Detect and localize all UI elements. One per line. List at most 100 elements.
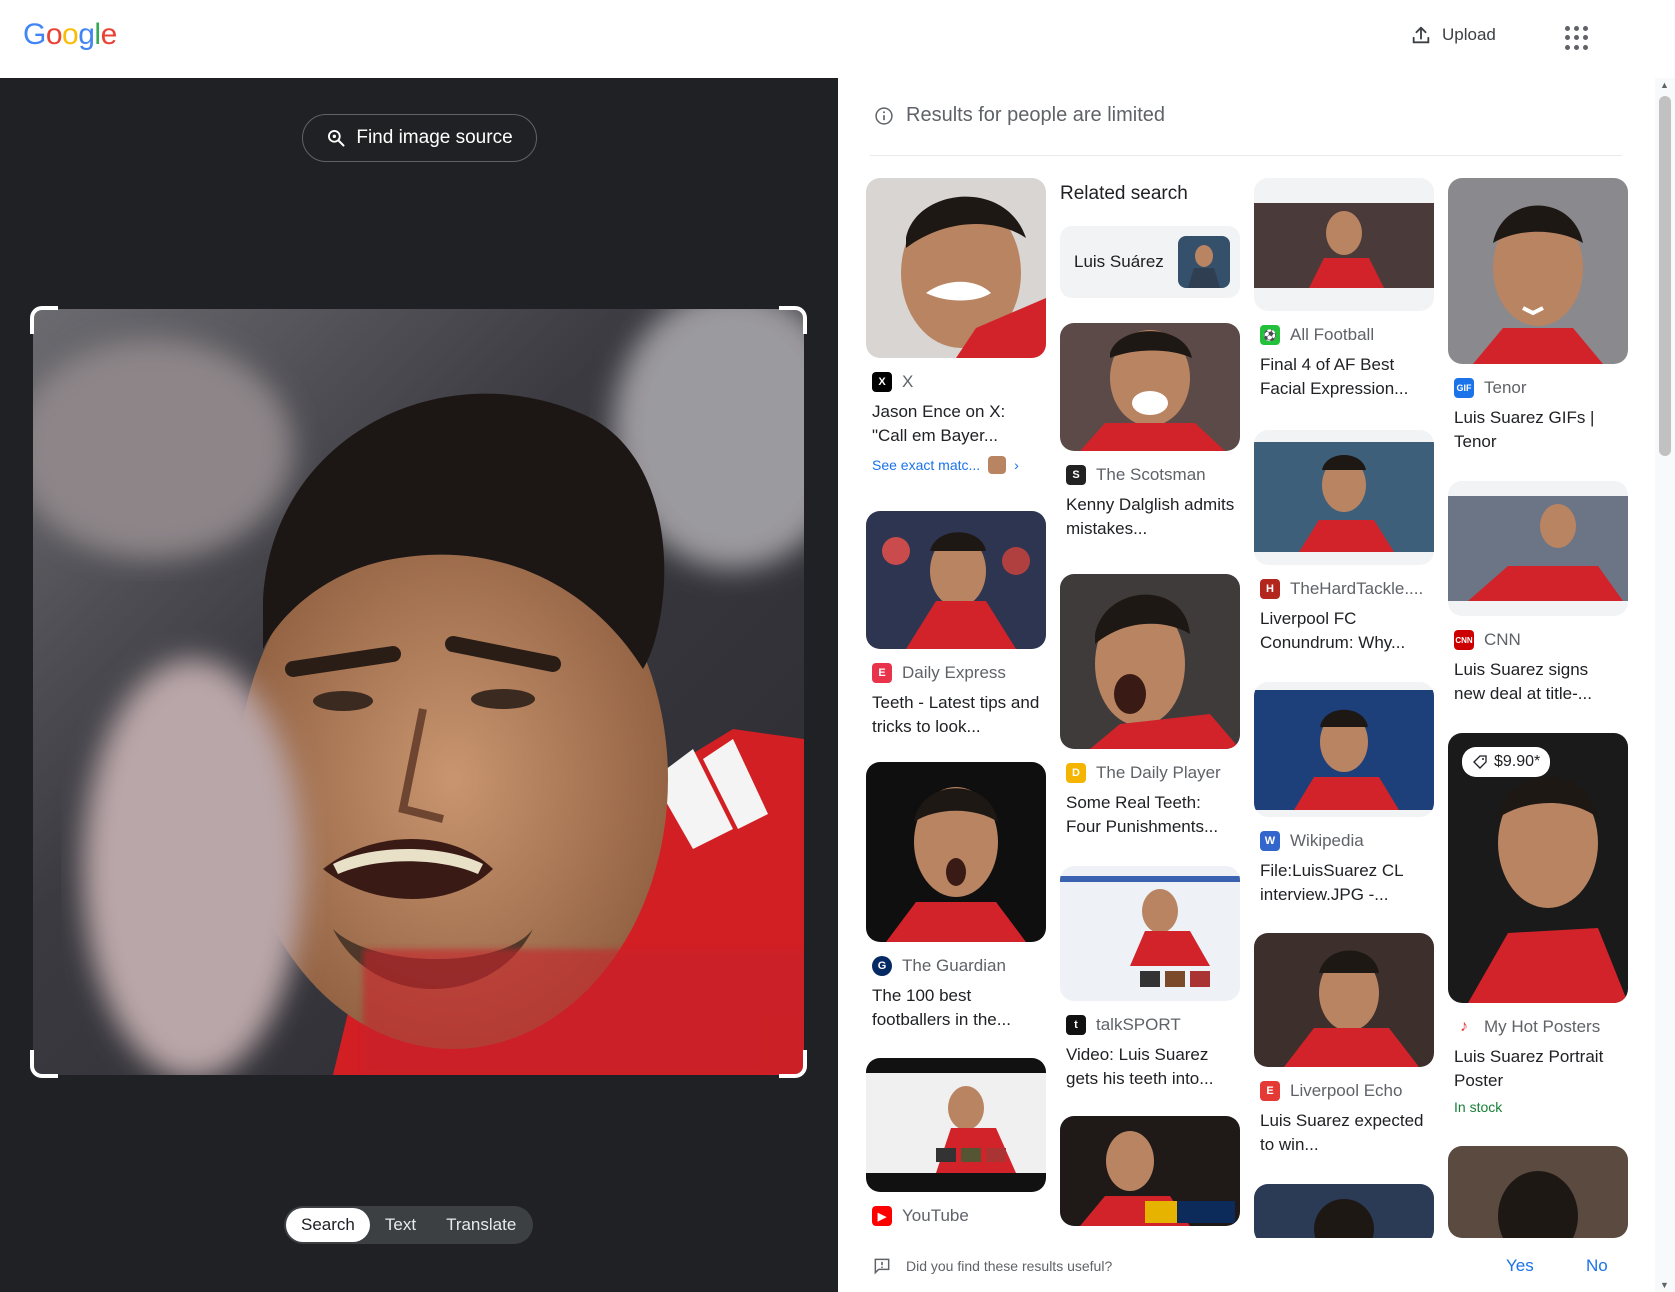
scrollbar-thumb[interactable]: [1659, 96, 1671, 456]
price-tag-icon: [1473, 755, 1487, 769]
source-name: talkSPORT: [1096, 1015, 1181, 1034]
see-exact-matches-link[interactable]: See exact matc... ›: [872, 456, 1046, 474]
result-thumbnail[interactable]: [866, 178, 1046, 358]
result-source: GIF Tenor: [1454, 378, 1628, 398]
feedback-yes-button[interactable]: Yes: [1506, 1256, 1534, 1276]
related-search-heading: Related search: [1060, 183, 1188, 204]
result-source: E Daily Express: [872, 663, 1046, 683]
logo-letter: G: [23, 18, 46, 51]
result-title[interactable]: Luis Suarez expected to win...: [1260, 1109, 1430, 1157]
result-title[interactable]: Jason Ence on X: "Call em Bayer...: [872, 400, 1042, 448]
scroll-up-arrow-icon[interactable]: ▲: [1660, 80, 1669, 90]
result-source: D The Daily Player: [1066, 763, 1240, 783]
result-thumbnail[interactable]: [1448, 1146, 1628, 1238]
liverpool-echo-icon: E: [1260, 1081, 1280, 1101]
query-image: [33, 309, 804, 1075]
find-image-source-button[interactable]: Find image source: [302, 114, 537, 162]
source-name: Liverpool Echo: [1290, 1081, 1403, 1100]
result-thumbnail[interactable]: [1448, 481, 1628, 616]
result-thumbnail[interactable]: [1254, 430, 1434, 565]
result-card[interactable]: GIF Tenor Luis Suarez GIFs | Tenor: [1448, 178, 1628, 454]
divider: [870, 155, 1622, 156]
result-card[interactable]: CNN CNN Luis Suarez signs new deal at tit…: [1448, 481, 1628, 706]
upload-label: Upload: [1442, 25, 1496, 44]
talksport-icon: t: [1066, 1015, 1086, 1035]
result-card[interactable]: E Daily Express Teeth - Latest tips and t…: [866, 511, 1046, 739]
result-thumbnail[interactable]: [1060, 323, 1240, 451]
result-card[interactable]: [1254, 1184, 1434, 1244]
result-title[interactable]: File:LuisSuarez CL interview.JPG -...: [1260, 859, 1430, 907]
limited-results-notice: Results for people are limited: [874, 104, 1165, 127]
result-title[interactable]: Luis Suarez signs new deal at title-...: [1454, 658, 1624, 706]
result-card[interactable]: D The Daily Player Some Real Teeth: Four …: [1060, 574, 1240, 839]
result-card[interactable]: ▶ YouTube: [866, 1058, 1046, 1226]
result-title[interactable]: Final 4 of AF Best Facial Expression...: [1260, 353, 1430, 401]
result-thumbnail[interactable]: [866, 762, 1046, 942]
crop-handle-bottom-left[interactable]: [30, 1050, 58, 1078]
result-card[interactable]: W Wikipedia File:LuisSuarez CL interview.…: [1254, 682, 1434, 907]
result-card[interactable]: [1060, 1116, 1240, 1226]
result-card[interactable]: ⚽ All Football Final 4 of AF Best Facial …: [1254, 178, 1434, 401]
upload-button[interactable]: Upload: [1410, 24, 1496, 46]
source-name: All Football: [1290, 325, 1375, 344]
result-card[interactable]: [1448, 1146, 1628, 1238]
top-bar: Google Upload: [0, 0, 1675, 78]
result-card[interactable]: H TheHardTackle.... Liverpool FC Conundru…: [1254, 430, 1434, 655]
query-image-crop-area[interactable]: [30, 306, 807, 1078]
find-image-source-label: Find image source: [356, 127, 513, 148]
result-thumbnail[interactable]: [1254, 1184, 1434, 1244]
wikipedia-icon: W: [1260, 831, 1280, 851]
result-card[interactable]: S The Scotsman Kenny Dalglish admits mist…: [1060, 323, 1240, 541]
mode-text-tab[interactable]: Text: [370, 1208, 431, 1242]
crop-handle-bottom-right[interactable]: [779, 1050, 807, 1078]
result-thumbnail[interactable]: $9.90*: [1448, 733, 1628, 1003]
result-thumbnail[interactable]: [866, 511, 1046, 649]
feedback-icon: [874, 1258, 890, 1275]
source-name: The Guardian: [902, 956, 1006, 975]
result-title[interactable]: Some Real Teeth: Four Punishments...: [1066, 791, 1236, 839]
result-thumbnail[interactable]: [1060, 1116, 1240, 1226]
price-text: $9.90*: [1494, 753, 1541, 770]
result-card[interactable]: $9.90* ♪ My Hot Posters Luis Suarez Portr…: [1448, 733, 1628, 1115]
result-thumbnail[interactable]: [1060, 866, 1240, 1001]
result-thumbnail[interactable]: [866, 1058, 1046, 1192]
result-title[interactable]: Kenny Dalglish admits mistakes...: [1066, 493, 1236, 541]
daily-player-icon: D: [1066, 763, 1086, 783]
result-thumbnail[interactable]: [1254, 682, 1434, 817]
feedback-question-text: Did you find these results useful?: [906, 1258, 1113, 1274]
result-title[interactable]: The 100 best footballers in the...: [872, 984, 1042, 1032]
stock-status: In stock: [1454, 1099, 1503, 1115]
result-title[interactable]: Luis Suarez Portrait Poster: [1454, 1045, 1624, 1093]
tenor-icon: GIF: [1454, 378, 1474, 398]
related-search-thumbnail: [1178, 236, 1230, 288]
crop-handle-top-right[interactable]: [779, 306, 807, 334]
result-title[interactable]: Luis Suarez GIFs | Tenor: [1454, 406, 1624, 454]
related-search-chip[interactable]: Luis Suárez: [1060, 226, 1240, 298]
crop-handle-top-left[interactable]: [30, 306, 58, 334]
result-source: G The Guardian: [872, 956, 1046, 976]
result-source: ⚽ All Football: [1260, 325, 1434, 345]
result-thumbnail[interactable]: [1254, 933, 1434, 1067]
mode-translate-tab[interactable]: Translate: [431, 1208, 531, 1242]
all-football-icon: ⚽: [1260, 325, 1280, 345]
scroll-down-arrow-icon[interactable]: ▼: [1660, 1280, 1669, 1290]
apps-grid-icon[interactable]: [1565, 26, 1589, 50]
source-name: X: [902, 372, 914, 391]
result-card[interactable]: XX Jason Ence on X: "Call em Bayer... Se…: [866, 178, 1046, 474]
mode-search-tab[interactable]: Search: [286, 1208, 370, 1242]
result-title[interactable]: Video: Luis Suarez gets his teeth into..…: [1066, 1043, 1236, 1091]
upload-icon: [1412, 26, 1430, 44]
result-thumbnail[interactable]: [1254, 178, 1434, 311]
google-logo[interactable]: Google: [23, 18, 117, 52]
result-card[interactable]: t talkSPORT Video: Luis Suarez gets his t…: [1060, 866, 1240, 1091]
result-thumbnail[interactable]: [1448, 178, 1628, 364]
result-title[interactable]: Liverpool FC Conundrum: Why...: [1260, 607, 1430, 655]
limited-notice-text: Results for people are limited: [906, 104, 1166, 126]
results-scrollbar[interactable]: ▲ ▼: [1655, 78, 1675, 1292]
result-thumbnail[interactable]: [1060, 574, 1240, 749]
result-card[interactable]: E Liverpool Echo Luis Suarez expected to …: [1254, 933, 1434, 1157]
image-viewer-panel: Find image source Search Text Translate: [0, 78, 838, 1292]
result-title[interactable]: Teeth - Latest tips and tricks to look..…: [872, 691, 1042, 739]
result-card[interactable]: G The Guardian The 100 best footballers i…: [866, 762, 1046, 1032]
feedback-no-button[interactable]: No: [1586, 1256, 1608, 1276]
